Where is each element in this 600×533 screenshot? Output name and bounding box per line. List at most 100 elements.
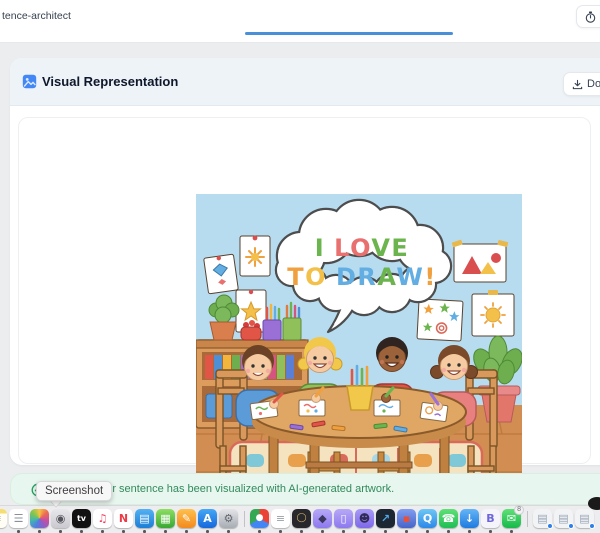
dock-app-mini-blue-app[interactable]: ▪ [397, 509, 416, 528]
start-button[interactable]: Sta [576, 5, 600, 28]
dock-app-music[interactable]: ♫ [93, 509, 112, 528]
dock-app-apple-tv[interactable]: tv [72, 509, 91, 528]
dock-app-files-stack-3[interactable]: ▤ [575, 509, 595, 529]
card-title: Visual Representation [42, 74, 179, 89]
dock-app-pages[interactable]: ✎ [177, 509, 196, 528]
card-header: Visual Representation Down [10, 58, 600, 106]
wall-drawing-kite [203, 253, 239, 295]
running-indicator-dot [279, 530, 282, 533]
dock-app-whatsapp[interactable]: ☎ [439, 509, 458, 528]
stack-badge [568, 523, 574, 529]
running-indicator-dot [321, 530, 324, 533]
app-store-glyph: A [203, 512, 212, 525]
running-indicator-dot [80, 530, 83, 533]
numbers-glyph: ▦ [160, 512, 171, 525]
dock-app-search-app[interactable]: ◯ [292, 509, 311, 528]
news-glyph: N [118, 512, 129, 525]
textedit-glyph: ≡ [275, 512, 286, 525]
dock-separator [244, 511, 245, 527]
files-stack-1-glyph: ▤ [537, 512, 548, 525]
qq-glyph: Q [422, 512, 433, 525]
dock-app-files-stack-2[interactable]: ▤ [554, 509, 574, 529]
running-indicator-dot [227, 530, 230, 533]
dock-separator [527, 511, 528, 527]
apple-tv-glyph: tv [76, 513, 87, 523]
dock-app-reminders[interactable]: ☰ [9, 509, 28, 528]
dock-app-camera[interactable]: ◉ [51, 509, 70, 528]
dock-app-photos[interactable] [30, 509, 49, 528]
running-indicator-dot [164, 530, 167, 533]
wall-drawing-sun [471, 290, 515, 337]
notification-badge: 8 [514, 505, 524, 515]
progress-indicator [245, 32, 453, 35]
window-top-bar: tence-architect Sta [0, 0, 600, 43]
running-indicator-dot [384, 530, 387, 533]
dock-app-news[interactable]: N [114, 509, 133, 528]
dock-app-contacts-app[interactable]: ☻ [355, 509, 374, 528]
running-indicator-dot [38, 530, 41, 533]
dock-app-phone-mirror-app[interactable]: ▯ [334, 509, 353, 528]
running-indicator-dot [405, 530, 408, 533]
dock-app-telegram[interactable]: ↗ [376, 509, 395, 528]
keynote-glyph: ▤ [139, 512, 150, 525]
ai-artwork-illustration: I LOVE TO DRAW! [196, 194, 522, 519]
running-indicator-dot [468, 530, 471, 533]
system-settings-glyph: ⚙ [223, 512, 234, 525]
running-indicator-dot [59, 530, 62, 533]
dock: ≡ ☰ ◉ tv ♫ N ▤ ▦ ✎ A ⚙ ● ≡ ◯ ◆ ▯ ☻ ↗ ▪ Q ☎ ↓ B ✉8 ▤ ▤ ▤ [0, 505, 600, 533]
contacts-app-glyph: ☻ [358, 512, 371, 525]
camera-glyph: ◉ [55, 512, 66, 525]
dock-app-wechat[interactable]: ✉ 8 [502, 505, 524, 528]
dock-app-downloads-app[interactable]: ↓ [460, 509, 479, 528]
dock-app-system-settings[interactable]: ⚙ [219, 509, 238, 528]
dock-app-notes[interactable]: ≡ [0, 509, 7, 528]
wall-drawing-starburst [239, 235, 271, 277]
dock-app-app-store[interactable]: A [198, 509, 217, 528]
stack-badge [547, 523, 553, 529]
running-indicator-dot [143, 530, 146, 533]
reminders-glyph: ☰ [13, 512, 24, 525]
stack-badge [589, 523, 595, 529]
files-stack-3-glyph: ▤ [579, 512, 590, 525]
window-title: tence-architect [2, 10, 71, 22]
dock-app-bilibili[interactable]: B [481, 509, 500, 528]
dock-app-chrome[interactable]: ● [250, 509, 269, 528]
running-indicator-dot [363, 530, 366, 533]
bilibili-glyph: B [486, 512, 495, 525]
notes-glyph: ≡ [0, 513, 2, 524]
dock-app-qq[interactable]: Q [418, 509, 437, 528]
dock-app-keynote[interactable]: ▤ [135, 509, 154, 528]
download-button-label: Down [587, 78, 600, 90]
dock-app-textedit[interactable]: ≡ [271, 509, 290, 528]
running-indicator-dot [447, 530, 450, 533]
downloads-app-glyph: ↓ [464, 512, 475, 525]
download-button[interactable]: Down [563, 72, 600, 96]
whatsapp-glyph: ☎ [441, 512, 456, 525]
mini-blue-app-glyph: ▪ [402, 512, 411, 525]
running-indicator-dot [489, 530, 492, 533]
running-indicator-dot [426, 530, 429, 533]
music-glyph: ♫ [97, 512, 108, 525]
dock-app-files-stack-1[interactable]: ▤ [533, 509, 553, 529]
running-indicator-dot [17, 530, 20, 533]
telegram-glyph: ↗ [380, 512, 391, 525]
tooltip-label: Screenshot [45, 485, 104, 497]
download-icon [572, 79, 583, 89]
running-indicator-dot [122, 530, 125, 533]
bubble-text-line2: TO DRAW! [287, 263, 437, 291]
dock-app-numbers[interactable]: ▦ [156, 509, 175, 528]
phone-mirror-app-glyph: ▯ [340, 512, 347, 525]
wall-drawing-doodles [416, 298, 464, 342]
wechat-glyph: ✉ [506, 512, 517, 525]
artwork-panel: I LOVE TO DRAW! [18, 117, 591, 519]
running-indicator-dot [300, 530, 303, 533]
chrome-glyph: ● [255, 513, 264, 523]
running-indicator-dot [342, 530, 345, 533]
search-app-glyph: ◯ [296, 513, 307, 523]
pages-glyph: ✎ [181, 512, 192, 525]
headset-app-glyph: ◆ [318, 512, 327, 525]
image-icon [22, 74, 37, 89]
stopwatch-icon [585, 11, 596, 23]
running-indicator-dot [101, 530, 104, 533]
dock-app-headset-app[interactable]: ◆ [313, 509, 332, 528]
